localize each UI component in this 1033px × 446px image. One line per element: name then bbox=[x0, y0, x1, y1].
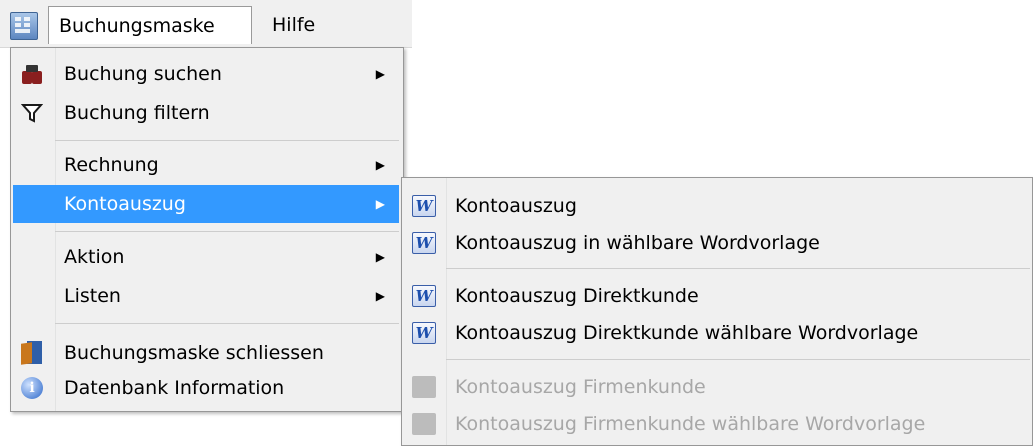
word-icon: W bbox=[412, 285, 436, 307]
submenu-arrow-icon: ▶ bbox=[375, 158, 385, 172]
submenu-item-kontoauszug-firmenkunde-wordvorlage[interactable]: Kontoauszug Firmenkunde wählbare Wordvor… bbox=[404, 405, 1028, 443]
calculator-icon[interactable] bbox=[10, 12, 38, 40]
menu-item-rechnung[interactable]: Rechnung ▶ bbox=[13, 146, 399, 184]
word-icon: W bbox=[412, 232, 436, 254]
menu-item-buchung-filtern[interactable]: Buchung filtern bbox=[13, 94, 399, 132]
menu-item-label: Kontoauszug Direktkunde bbox=[455, 285, 699, 307]
word-icon bbox=[412, 413, 436, 435]
filter-icon bbox=[21, 104, 43, 123]
menu-item-label: Buchung filtern bbox=[64, 102, 210, 124]
menu-separator bbox=[446, 359, 1030, 360]
submenu-arrow-icon: ▶ bbox=[375, 67, 385, 81]
menu-item-label: Kontoauszug Firmenkunde wählbare Wordvor… bbox=[455, 413, 926, 435]
menu-item-label: Listen bbox=[64, 285, 121, 307]
menu-item-kontoauszug[interactable]: Kontoauszug ▶ bbox=[13, 185, 399, 223]
menu-item-datenbank-information[interactable]: i Datenbank Information bbox=[13, 369, 399, 407]
submenu-item-kontoauszug-wordvorlage[interactable]: W Kontoauszug in wählbare Wordvorlage bbox=[404, 224, 1028, 262]
submenu-item-kontoauszug-firmenkunde[interactable]: Kontoauszug Firmenkunde bbox=[404, 368, 1028, 406]
menu-item-label: Rechnung bbox=[64, 154, 159, 176]
menu-item-listen[interactable]: Listen ▶ bbox=[13, 277, 399, 315]
binoculars-icon bbox=[21, 63, 43, 85]
word-icon: W bbox=[412, 322, 436, 344]
menu-item-label: Kontoauszug in wählbare Wordvorlage bbox=[455, 232, 820, 254]
menu-item-aktion[interactable]: Aktion ▶ bbox=[13, 238, 399, 276]
menu-separator bbox=[446, 268, 1030, 269]
menu-item-label: Buchungsmaske schliessen bbox=[64, 342, 324, 364]
menu-item-label: Buchung suchen bbox=[64, 63, 222, 85]
menu-separator bbox=[55, 140, 399, 141]
menu-item-label: Kontoauszug bbox=[455, 195, 577, 217]
word-icon: W bbox=[412, 195, 436, 217]
menu-item-label: Kontoauszug Firmenkunde bbox=[455, 376, 706, 398]
menu-bar: Buchungsmaske Hilfe bbox=[0, 0, 412, 48]
menu-item-label: Aktion bbox=[64, 246, 125, 268]
menu-hilfe[interactable]: Hilfe bbox=[262, 6, 325, 44]
submenu-item-kontoauszug-direktkunde-wordvorlage[interactable]: W Kontoauszug Direktkunde wählbare Wordv… bbox=[404, 314, 1028, 352]
menu-item-label: Kontoauszug Direktkunde wählbare Wordvor… bbox=[455, 322, 919, 344]
submenu-arrow-icon: ▶ bbox=[375, 250, 385, 264]
menu-item-label: Datenbank Information bbox=[64, 377, 285, 399]
submenu-arrow-icon: ▶ bbox=[375, 289, 385, 303]
kontoauszug-submenu: W Kontoauszug W Kontoauszug in wählbare … bbox=[401, 177, 1033, 446]
menu-item-label: Kontoauszug bbox=[64, 193, 186, 215]
submenu-arrow-icon: ▶ bbox=[375, 197, 385, 211]
menu-separator bbox=[55, 231, 399, 232]
word-icon bbox=[412, 376, 436, 398]
submenu-item-kontoauszug-direktkunde[interactable]: W Kontoauszug Direktkunde bbox=[404, 277, 1028, 315]
menu-item-buchung-suchen[interactable]: Buchung suchen ▶ bbox=[13, 55, 399, 93]
menu-separator bbox=[55, 323, 399, 324]
info-icon: i bbox=[21, 377, 43, 399]
buchungsmaske-dropdown: Buchung suchen ▶ Buchung filtern Rechnun… bbox=[10, 47, 404, 412]
menu-item-buchungsmaske-schliessen[interactable]: Buchungsmaske schliessen bbox=[13, 334, 399, 372]
submenu-item-kontoauszug[interactable]: W Kontoauszug bbox=[404, 187, 1028, 225]
door-exit-icon bbox=[21, 341, 43, 365]
menu-buchungsmaske[interactable]: Buchungsmaske bbox=[48, 6, 252, 44]
